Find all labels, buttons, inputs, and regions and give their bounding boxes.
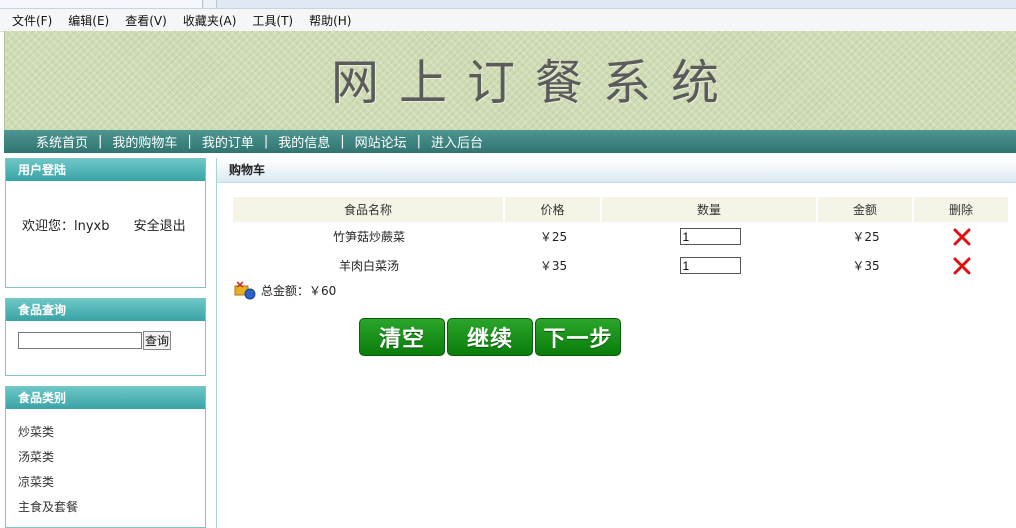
cart-table: 食品名称 价格 数量 金额 删除 竹笋菇炒蕨菜 ￥25 ￥25 (233, 197, 1010, 280)
category-link-soup[interactable]: 汤菜类 (18, 448, 54, 465)
logout-link[interactable]: 安全退出 (134, 219, 186, 234)
nav-forum[interactable]: 网站论坛 (355, 132, 407, 151)
table-row: 竹笋菇炒蕨菜 ￥25 ￥25 (233, 222, 1010, 251)
clear-cart-button[interactable]: 清空 (359, 318, 445, 356)
browser-tab[interactable] (0, 0, 203, 8)
food-name-cell: 竹笋菇炒蕨菜 (332, 230, 405, 244)
col-header-quantity: 数量 (602, 197, 818, 222)
menu-tools[interactable]: 工具(T) (252, 12, 293, 29)
menu-help[interactable]: 帮助(H) (309, 12, 351, 29)
food-search-button[interactable]: 查询 (143, 331, 171, 350)
cart-actions: 清空 继续 下一步 (359, 318, 623, 356)
cart-money-icon (234, 281, 256, 300)
table-row: 羊肉白菜汤 ￥35 ￥35 (233, 251, 1010, 280)
food-search-panel: 食品查询 查询 (5, 298, 206, 376)
nav-admin[interactable]: 进入后台 (431, 132, 483, 151)
food-search-input[interactable] (18, 332, 142, 349)
food-category-panel: 食品类别 炒菜类 汤菜类 凉菜类 主食及套餐 (5, 386, 206, 528)
nav-separator: | (187, 134, 192, 149)
main-nav: 系统首页 | 我的购物车 | 我的订单 | 我的信息 | 网站论坛 | 进入后台 (4, 130, 1016, 153)
nav-home[interactable]: 系统首页 (36, 132, 88, 151)
menu-file[interactable]: 文件(F) (12, 12, 52, 29)
food-category-title: 食品类别 (6, 387, 205, 409)
menu-bar: 文件(F) 编辑(E) 查看(V) 收藏夹(A) 工具(T) 帮助(H) (0, 9, 1016, 32)
login-panel: 用户登陆 欢迎您：lnyxb 安全退出 (5, 158, 206, 288)
delete-cell (914, 251, 1010, 280)
nav-my-cart[interactable]: 我的购物车 (112, 132, 177, 151)
quantity-input[interactable] (679, 228, 741, 245)
quantity-input[interactable] (679, 257, 741, 274)
quantity-cell (602, 251, 818, 280)
nav-separator: | (263, 134, 269, 149)
delete-cell (914, 222, 1010, 251)
food-search-title: 食品查询 (6, 299, 205, 321)
menu-view[interactable]: 查看(V) (125, 12, 167, 29)
cart-total: 总金额：￥60 (233, 278, 336, 302)
delete-icon[interactable] (952, 257, 972, 275)
category-link-cold-dish[interactable]: 凉菜类 (18, 473, 54, 490)
amount-cell: ￥35 (852, 259, 880, 273)
food-name-cell: 羊肉白菜汤 (338, 259, 399, 273)
cart-header-row: 食品名称 价格 数量 金额 删除 (233, 197, 1010, 222)
col-header-amount: 金额 (818, 197, 914, 222)
next-step-button[interactable]: 下一步 (535, 318, 621, 356)
menu-favorites[interactable]: 收藏夹(A) (183, 12, 237, 29)
col-header-price: 价格 (505, 197, 602, 222)
nav-my-info[interactable]: 我的信息 (278, 132, 330, 151)
amount-cell: ￥25 (852, 230, 880, 244)
price-cell: ￥25 (539, 230, 568, 244)
nav-separator: | (340, 134, 345, 149)
nav-my-orders[interactable]: 我的订单 (202, 132, 254, 151)
total-amount-text: 总金额：￥60 (261, 283, 337, 298)
site-banner: 网上订餐系统 (4, 31, 1016, 130)
nav-separator: | (416, 134, 422, 149)
site-title: 网上订餐系统 (331, 55, 740, 111)
quantity-cell (602, 222, 818, 251)
welcome-text: 欢迎您：lnyxb (22, 219, 110, 234)
category-link-stir-fry[interactable]: 炒菜类 (18, 423, 54, 440)
menu-edit[interactable]: 编辑(E) (68, 12, 109, 29)
login-status: 欢迎您：lnyxb 安全退出 (22, 215, 186, 234)
continue-shopping-button[interactable]: 继续 (447, 318, 533, 356)
col-header-delete: 删除 (914, 197, 1010, 222)
login-panel-title: 用户登陆 (6, 159, 205, 181)
nav-separator: | (98, 134, 103, 149)
category-link-staple[interactable]: 主食及套餐 (18, 498, 78, 515)
price-cell: ￥35 (539, 259, 568, 273)
new-tab-button[interactable] (204, 0, 217, 8)
col-header-food-name: 食品名称 (233, 197, 505, 222)
browser-tab-strip (0, 0, 1016, 9)
delete-icon[interactable] (952, 228, 972, 246)
cart-title: 购物车 (217, 158, 1016, 183)
cart-panel: 购物车 食品名称 价格 数量 金额 删除 竹笋菇炒蕨菜 ￥25 ￥25 (216, 158, 1016, 528)
